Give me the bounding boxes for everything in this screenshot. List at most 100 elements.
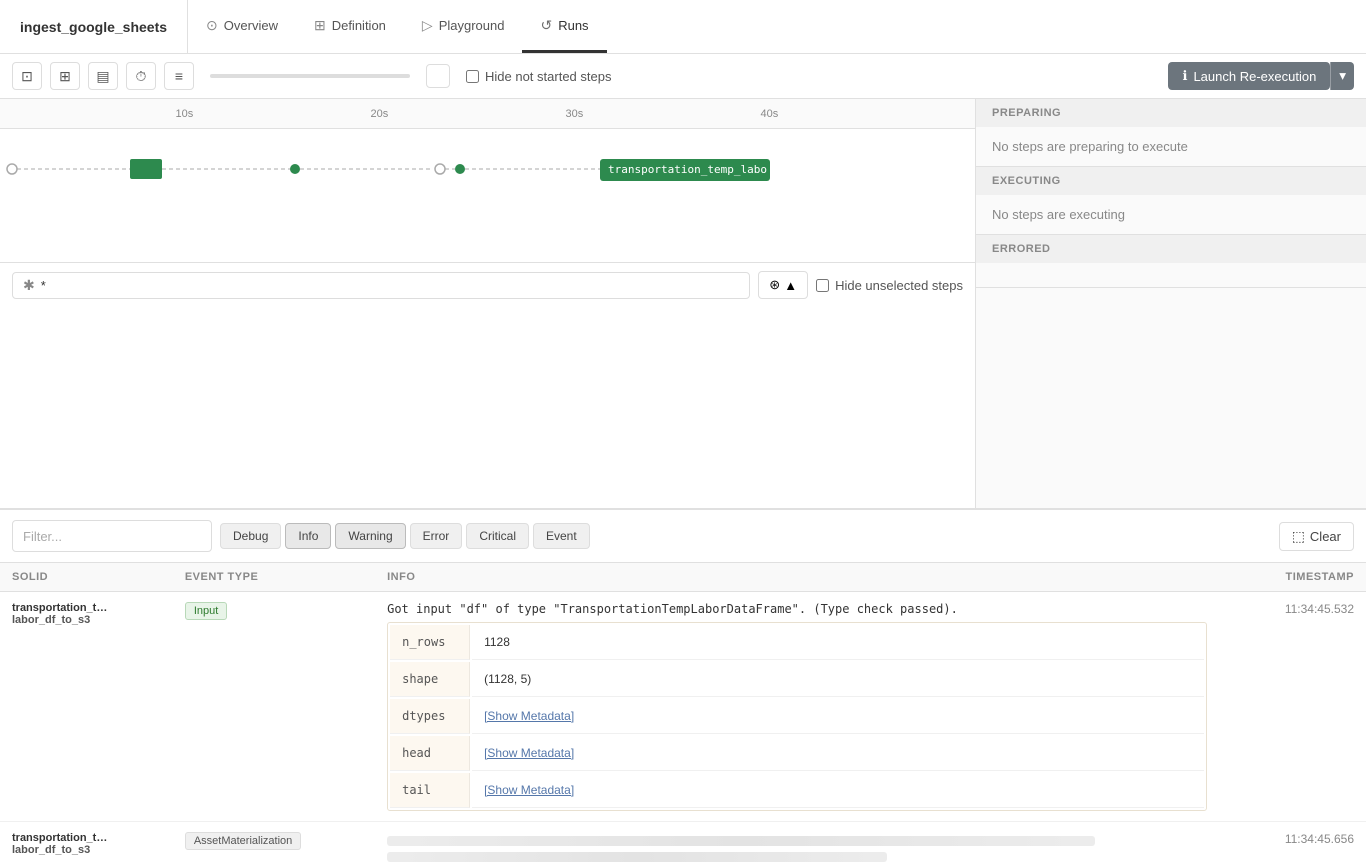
meta-val-shape: (1128, 5) xyxy=(472,662,1204,697)
metadata-row-shape: shape (1128, 5) xyxy=(390,662,1204,697)
metadata-row-head: head [Show Metadata] xyxy=(390,736,1204,771)
tab-playground-label: Playground xyxy=(439,18,505,33)
meta-val-dtypes: [Show Metadata] xyxy=(472,699,1204,734)
filter-debug[interactable]: Debug xyxy=(220,523,281,549)
tail-link[interactable]: [Show Metadata] xyxy=(484,783,574,797)
executing-body: No steps are executing xyxy=(976,195,1366,234)
info-icon: ℹ xyxy=(1182,68,1187,84)
nav-tabs: ⊙ Overview ⊞ Definition ▷ Playground ↺ R… xyxy=(188,0,607,53)
metadata-row-dtypes: dtypes [Show Metadata] xyxy=(390,699,1204,734)
event-badge-asset: AssetMaterialization xyxy=(185,832,301,850)
filter-critical[interactable]: Critical xyxy=(466,523,529,549)
playground-icon: ▷ xyxy=(422,17,433,34)
errored-title: ERRORED xyxy=(976,235,1366,263)
solid-name-2: transportation_t… xyxy=(12,832,161,844)
app-title-text: ingest_google_sheets xyxy=(20,19,167,35)
stack-icon-btn[interactable]: ⊛ ▲ xyxy=(758,271,808,299)
hide-unselected-label[interactable]: Hide unselected steps xyxy=(816,278,963,293)
meta-key-head: head xyxy=(390,736,470,771)
log-table-wrapper: SOLID EVENT TYPE INFO TIMESTAMP transpor… xyxy=(0,563,1366,868)
clear-btn[interactable]: ⬚ Clear xyxy=(1279,522,1354,551)
executing-title: EXECUTING xyxy=(976,167,1366,195)
collapse-btn[interactable]: ⊞ xyxy=(50,62,80,90)
search-bar-row: ✱ ⊛ ▲ Hide unselected steps xyxy=(0,262,975,307)
hide-steps-checkbox[interactable] xyxy=(466,70,479,83)
meta-key-shape: shape xyxy=(390,662,470,697)
preparing-section: PREPARING No steps are preparing to exec… xyxy=(976,99,1366,167)
green-block xyxy=(130,159,162,179)
head-link[interactable]: [Show Metadata] xyxy=(484,746,574,760)
timestamp-cell-1: 11:34:45.532 xyxy=(1232,592,1366,822)
active-block-label: transportation_temp_labo xyxy=(608,163,767,176)
timeline-area: 10s 20s 30s 40s xyxy=(0,99,976,508)
event-type-cell-1: Input xyxy=(173,592,375,822)
col-event-type: EVENT TYPE xyxy=(173,563,375,592)
search-input[interactable] xyxy=(41,278,740,293)
meta-val-head: [Show Metadata] xyxy=(472,736,1204,771)
timeline-slider[interactable] xyxy=(210,74,410,78)
solid-name-1: transportation_t… xyxy=(12,602,161,614)
info-cell-1: Got input "df" of type "TransportationTe… xyxy=(375,592,1232,822)
expand-btn[interactable]: ⊡ xyxy=(12,62,42,90)
filter-error[interactable]: Error xyxy=(410,523,463,549)
definition-icon: ⊞ xyxy=(314,17,326,34)
search-input-wrap[interactable]: ✱ xyxy=(12,272,750,299)
event-type-cell-2: AssetMaterialization xyxy=(173,822,375,868)
clear-label: Clear xyxy=(1310,529,1341,544)
preparing-title: PREPARING xyxy=(976,99,1366,127)
dot-1 xyxy=(290,164,300,174)
launch-reexecution-btn[interactable]: ℹ Launch Re-execution xyxy=(1168,62,1330,90)
hide-steps-text: Hide not started steps xyxy=(485,69,611,84)
overview-icon: ⊙ xyxy=(206,17,218,34)
chart-btn[interactable]: ▤ xyxy=(88,62,118,90)
hide-steps-label[interactable]: Hide not started steps xyxy=(466,69,611,84)
launch-btn-dropdown[interactable]: ▾ xyxy=(1330,62,1354,90)
clock-btn[interactable]: ⏱ xyxy=(126,62,156,90)
chevron-up-icon: ▲ xyxy=(784,278,797,293)
tab-overview[interactable]: ⊙ Overview xyxy=(188,0,296,53)
log-table: SOLID EVENT TYPE INFO TIMESTAMP transpor… xyxy=(0,563,1366,868)
solid-cell-2: transportation_t… labor_df_to_s3 xyxy=(0,822,173,868)
meta-val-nrows: 1128 xyxy=(472,625,1204,660)
tab-definition-label: Definition xyxy=(332,18,386,33)
meta-key-tail: tail xyxy=(390,773,470,808)
open-circle-1 xyxy=(435,164,445,174)
blurred-line xyxy=(387,836,1095,846)
asterisk-icon: ✱ xyxy=(23,277,35,294)
stack-icon: ⊛ xyxy=(769,277,780,293)
filter-info[interactable]: Info xyxy=(285,523,331,549)
ruler-10s: 10s xyxy=(176,99,194,129)
tab-runs-label: Runs xyxy=(558,18,588,33)
meta-key-dtypes: dtypes xyxy=(390,699,470,734)
hide-unselected-checkbox[interactable] xyxy=(816,279,829,292)
col-timestamp: TIMESTAMP xyxy=(1232,563,1366,592)
launch-btn-label: Launch Re-execution xyxy=(1193,69,1316,84)
meta-key-nrows: n_rows xyxy=(390,625,470,660)
color-box[interactable] xyxy=(426,64,450,88)
lower-section: Debug Info Warning Error Critical Event … xyxy=(0,509,1366,868)
timestamp-cell-2: 11:34:45.656 xyxy=(1232,822,1366,868)
solid-sub-1: labor_df_to_s3 xyxy=(12,614,161,626)
metadata-row-nrows: n_rows 1128 xyxy=(390,625,1204,660)
metadata-row-tail: tail [Show Metadata] xyxy=(390,773,1204,808)
dtypes-link[interactable]: [Show Metadata] xyxy=(484,709,574,723)
tab-runs[interactable]: ↺ Runs xyxy=(522,0,606,53)
filter-input[interactable] xyxy=(12,520,212,552)
filter-buttons: Debug Info Warning Error Critical Event xyxy=(220,523,590,549)
table-row: transportation_t… labor_df_to_s3 AssetMa… xyxy=(0,822,1366,868)
start-circle xyxy=(7,164,17,174)
right-panel: PREPARING No steps are preparing to exec… xyxy=(976,99,1366,508)
tab-definition[interactable]: ⊞ Definition xyxy=(296,0,404,53)
solid-cell-1: transportation_t… labor_df_to_s3 xyxy=(0,592,173,822)
meta-val-tail: [Show Metadata] xyxy=(472,773,1204,808)
filter-event[interactable]: Event xyxy=(533,523,590,549)
filter-warning[interactable]: Warning xyxy=(335,523,405,549)
solid-sub-2: labor_df_to_s3 xyxy=(12,844,161,856)
list-btn[interactable]: ≡ xyxy=(164,62,194,90)
top-nav: ingest_google_sheets ⊙ Overview ⊞ Defini… xyxy=(0,0,1366,54)
tab-playground[interactable]: ▷ Playground xyxy=(404,0,523,53)
event-badge-input: Input xyxy=(185,602,227,620)
main-area: 10s 20s 30s 40s xyxy=(0,99,1366,868)
runs-icon: ↺ xyxy=(540,17,552,34)
metadata-table-1: n_rows 1128 shape (1128, 5) dtypes xyxy=(387,622,1207,811)
